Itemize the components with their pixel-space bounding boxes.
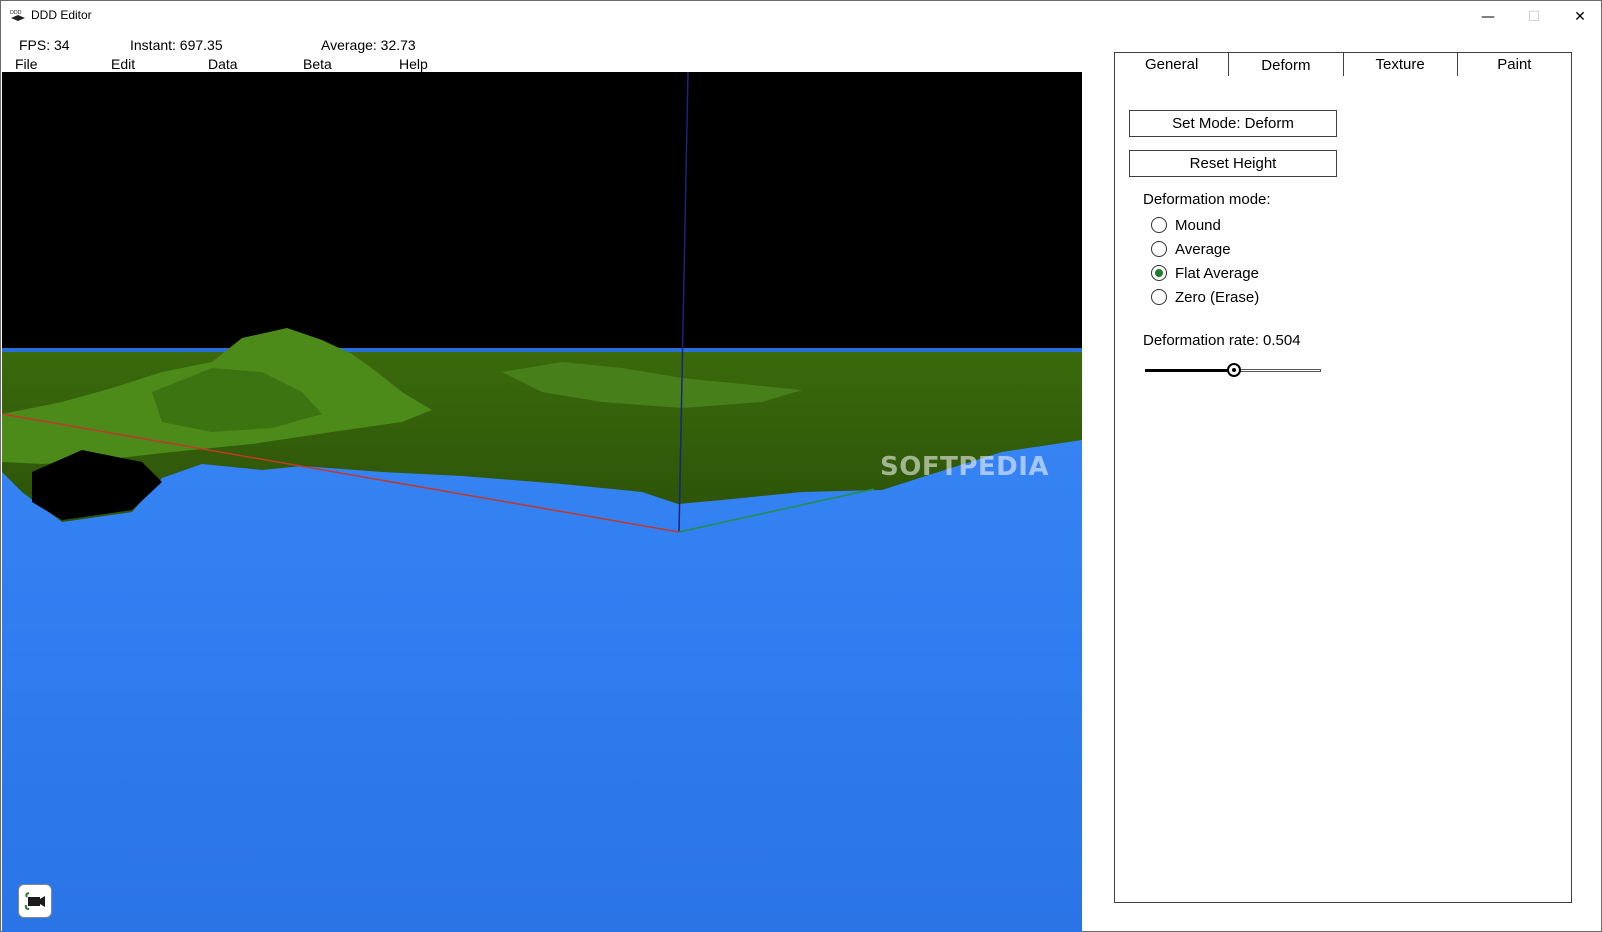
app-window: DDD DDD Editor — ☐ ✕ FPS: 34 Instant: 69… <box>0 0 1602 932</box>
deformation-mode-label: Deformation mode: <box>1143 191 1271 208</box>
menu-help[interactable]: Help <box>399 56 428 72</box>
close-button[interactable]: ✕ <box>1557 1 1602 32</box>
menu-data[interactable]: Data <box>208 56 238 72</box>
menu-bar: File Edit Data Beta Help <box>1 56 1081 73</box>
deformation-rate-label: Deformation rate: 0.504 <box>1143 332 1301 349</box>
average-readout: Average: 32.73 <box>321 37 416 53</box>
tool-panel: General Deform Texture Paint Set Mode: D… <box>1114 52 1572 903</box>
maximize-button[interactable]: ☐ <box>1511 1 1557 32</box>
set-mode-deform-button[interactable]: Set Mode: Deform <box>1129 110 1337 137</box>
ddd-app-icon: DDD <box>10 10 25 21</box>
minimize-button[interactable]: — <box>1465 1 1511 32</box>
camera-icon <box>24 892 45 910</box>
slider-fill <box>1145 369 1234 372</box>
tab-paint[interactable]: Paint <box>1456 52 1572 77</box>
radio-button[interactable] <box>1151 289 1167 305</box>
watermark: SOFTPEDIA <box>880 452 1050 482</box>
radio-label: Average <box>1175 240 1231 258</box>
scene-canvas[interactable] <box>2 72 1082 932</box>
title-bar[interactable]: DDD DDD Editor — ☐ ✕ <box>1 1 1601 32</box>
camera-button[interactable] <box>18 884 52 918</box>
svg-text:DDD: DDD <box>10 10 22 16</box>
panel-tabs: General Deform Texture Paint <box>1114 52 1572 77</box>
radio-button-selected[interactable] <box>1151 265 1167 281</box>
fps-readout: FPS: 34 <box>19 37 70 53</box>
radio-label: Mound <box>1175 216 1221 234</box>
radio-flat-average[interactable]: Flat Average <box>1151 263 1259 283</box>
radio-average[interactable]: Average <box>1151 239 1231 259</box>
menu-file[interactable]: File <box>15 56 38 72</box>
radio-mound[interactable]: Mound <box>1151 215 1221 235</box>
tab-texture[interactable]: Texture <box>1342 52 1457 77</box>
instant-readout: Instant: 697.35 <box>130 37 223 53</box>
radio-label: Zero (Erase) <box>1175 288 1260 306</box>
window-title: DDD Editor <box>31 8 92 22</box>
menu-beta[interactable]: Beta <box>303 56 332 72</box>
radio-label: Flat Average <box>1175 264 1259 282</box>
3d-viewport[interactable]: SOFTPEDIA <box>2 72 1082 932</box>
radio-zero-erase[interactable]: Zero (Erase) <box>1151 287 1259 307</box>
slider-thumb[interactable] <box>1226 363 1241 377</box>
radio-button[interactable] <box>1151 241 1167 257</box>
tab-general[interactable]: General <box>1114 52 1229 77</box>
tab-deform[interactable]: Deform <box>1228 52 1343 77</box>
reset-height-button[interactable]: Reset Height <box>1129 150 1337 177</box>
radio-button[interactable] <box>1151 217 1167 233</box>
deform-tab-content: Set Mode: Deform Reset Height Deformatio… <box>1114 76 1572 903</box>
sky <box>2 72 1082 352</box>
deformation-rate-slider[interactable] <box>1145 363 1321 377</box>
menu-edit[interactable]: Edit <box>111 56 135 72</box>
